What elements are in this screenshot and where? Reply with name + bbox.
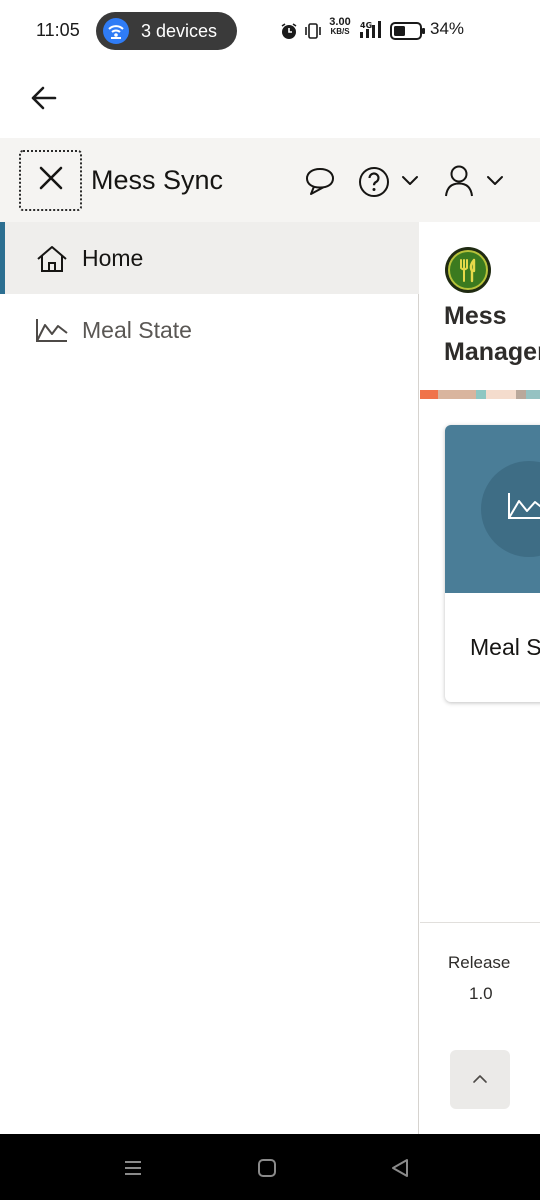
devices-pill[interactable]: 3 devices <box>96 12 237 50</box>
user-icon[interactable] <box>444 164 474 203</box>
sidebar-item-label: Home <box>82 245 144 271</box>
home-square-icon[interactable] <box>257 1158 277 1183</box>
status-time: 11:05 <box>36 20 80 40</box>
fork-knife-icon <box>448 250 488 290</box>
recent-apps-icon[interactable] <box>123 1158 143 1183</box>
help-icon[interactable] <box>358 166 390 203</box>
main-content: Mess Management Meal State Release 1.0 <box>420 222 540 1134</box>
active-indicator <box>0 222 5 294</box>
side-navigation: Home Meal State <box>0 222 419 1134</box>
battery-icon <box>390 22 426 45</box>
sidebar-item-meal-state[interactable]: Meal State <box>0 294 419 366</box>
status-bar: 11:05 3 devices 3.00 KB/S 4G 34% <box>0 0 540 62</box>
scroll-to-top-button[interactable] <box>450 1050 510 1109</box>
hotspot-icon <box>103 18 129 44</box>
chat-icon[interactable] <box>304 166 336 201</box>
decorative-stripe <box>420 390 540 399</box>
back-triangle-icon[interactable] <box>389 1157 411 1184</box>
back-bar <box>0 62 540 138</box>
back-arrow-icon[interactable] <box>28 82 60 114</box>
sidebar-item-home[interactable]: Home <box>0 222 419 294</box>
chart-icon <box>36 317 68 348</box>
app-header: Mess Sync <box>0 138 540 222</box>
system-navigation-bar <box>0 1134 540 1200</box>
app-name: Mess Management <box>444 302 540 366</box>
alarm-icon <box>280 22 298 45</box>
signal-icon: 4G <box>358 20 388 45</box>
battery-percent: 34% <box>430 19 465 38</box>
card-header <box>445 425 540 593</box>
devices-label: 3 devices <box>141 21 218 41</box>
close-nav-button[interactable] <box>19 150 82 211</box>
release-label: Release <box>448 953 511 972</box>
vibrate-icon <box>304 21 322 46</box>
sidebar-item-label: Meal State <box>82 317 192 343</box>
network-type: 4G <box>360 21 372 30</box>
home-icon <box>36 245 68 278</box>
chevron-up-icon <box>472 1071 488 1089</box>
card-label: Meal State <box>470 634 540 660</box>
release-version: 1.0 <box>469 984 493 1003</box>
chart-icon <box>507 491 540 526</box>
app-title: Mess Sync <box>91 165 224 195</box>
meal-state-card[interactable]: Meal State <box>445 425 540 702</box>
close-icon <box>38 165 64 196</box>
chevron-down-icon[interactable] <box>486 174 504 192</box>
network-speed: 3.00 KB/S <box>329 16 351 37</box>
footer-divider <box>420 922 540 923</box>
chevron-down-icon[interactable] <box>401 174 419 192</box>
app-logo <box>445 247 491 293</box>
